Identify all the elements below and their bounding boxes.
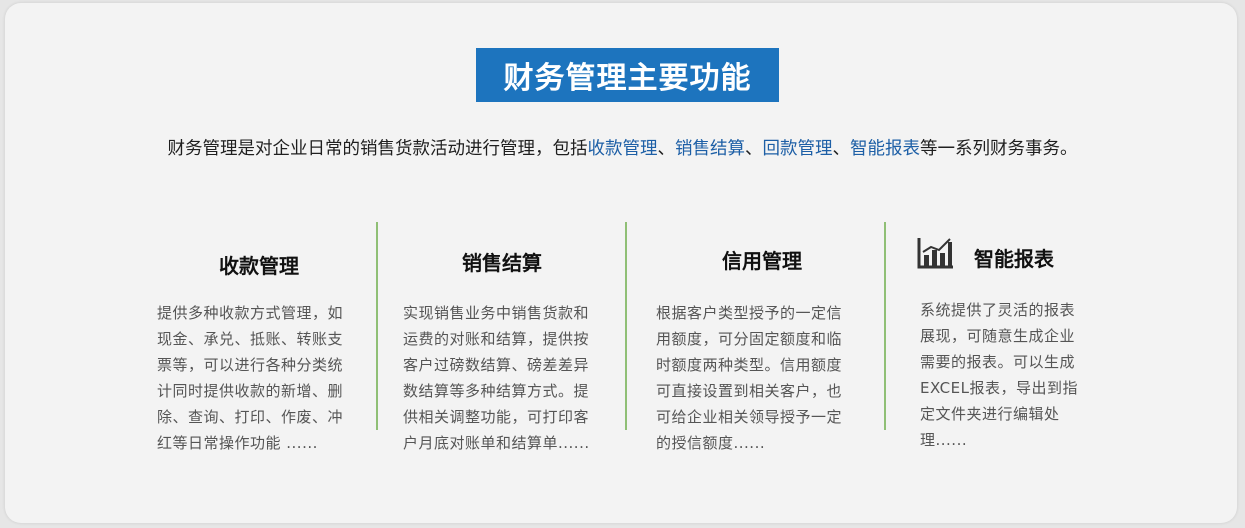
card-line: 数结算等多种结算方式。提 <box>403 382 590 400</box>
bar-chart-report-icon <box>917 238 953 269</box>
intro-paragraph: 财务管理是对企业日常的销售货款活动进行管理，包括收款管理、销售结算、回款管理、智… <box>0 135 1245 160</box>
card-line: 需要的报表。可以生成 <box>920 353 1076 371</box>
card-line: 计同时提供收款的新增、删 <box>157 382 344 400</box>
card-line: 理...... <box>920 431 968 449</box>
intro-link-sales-settlement[interactable]: 销售结算 <box>675 139 745 159</box>
card-title-smart-report: 智能报表 <box>974 247 1054 271</box>
column-divider <box>884 222 886 430</box>
card-line: 的授信额度...... <box>656 434 766 452</box>
intro-separator: 、 <box>832 139 851 159</box>
card-line: 现金、承兑、抵账、转账支 <box>157 330 344 348</box>
intro-separator: 、 <box>745 139 763 159</box>
card-line: 实现销售业务中销售货款和 <box>403 304 590 322</box>
card-line: 系统提供了灵活的报表 <box>920 301 1076 319</box>
card-line: 客户过磅数结算、磅差差异 <box>403 356 590 374</box>
card-text-credit: 根据客户类型授予的一定信 用额度，可分固定额度和临 时额度两种类型。信用额度 可… <box>656 300 842 456</box>
card-line: 时额度两种类型。信用额度 <box>656 356 843 374</box>
card-line: 户月底对账单和结算单...... <box>403 434 590 452</box>
column-divider <box>625 222 627 430</box>
column-divider <box>376 222 378 430</box>
card-line: 可直接设置到相关客户，也 <box>656 382 843 400</box>
intro-link-smart-report[interactable]: 智能报表 <box>850 139 920 159</box>
card-text-collection: 提供多种收款方式管理，如 现金、承兑、抵账、转账支 票等，可以进行各种分类统 计… <box>157 300 343 456</box>
card-line: 除、查询、打印、作废、冲 <box>157 408 344 426</box>
card-line: 提供多种收款方式管理，如 <box>157 304 344 322</box>
card-line: 可给企业相关领导授予一定 <box>656 408 843 426</box>
card-line: 展现，可随意生成企业 <box>920 327 1076 345</box>
card-line: 红等日常操作功能 ...... <box>157 434 318 452</box>
card-line: 供相关调整功能，可打印客 <box>403 408 590 426</box>
card-line: 定文件夹进行编辑处 <box>920 405 1060 423</box>
card-line: 用额度，可分固定额度和临 <box>656 330 843 348</box>
intro-separator: 、 <box>657 139 676 159</box>
card-text-smart-report: 系统提供了灵活的报表 展现，可随意生成企业 需要的报表。可以生成 EXCEL报表… <box>920 297 1078 453</box>
card-line: 运费的对账和结算，提供按 <box>403 330 590 348</box>
card-line: EXCEL报表，导出到指 <box>920 379 1078 397</box>
card-title-credit: 信用管理 <box>722 249 802 273</box>
intro-link-collection[interactable]: 收款管理 <box>588 139 658 159</box>
card-text-sales-settlement: 实现销售业务中销售货款和 运费的对账和结算，提供按 客户过磅数结算、磅差差异 数… <box>403 300 590 456</box>
intro-link-repayment[interactable]: 回款管理 <box>763 139 833 159</box>
card-line: 票等，可以进行各种分类统 <box>157 356 344 374</box>
card-title-collection: 收款管理 <box>219 254 299 278</box>
card-title-sales-settlement: 销售结算 <box>462 251 542 275</box>
intro-suffix: 等一系列财务事务。 <box>920 139 1078 159</box>
intro-prefix: 财务管理是对企业日常的销售货款活动进行管理，包括 <box>167 139 588 159</box>
section-title: 财务管理主要功能 <box>476 48 779 102</box>
card-line: 根据客户类型授予的一定信 <box>656 304 843 322</box>
